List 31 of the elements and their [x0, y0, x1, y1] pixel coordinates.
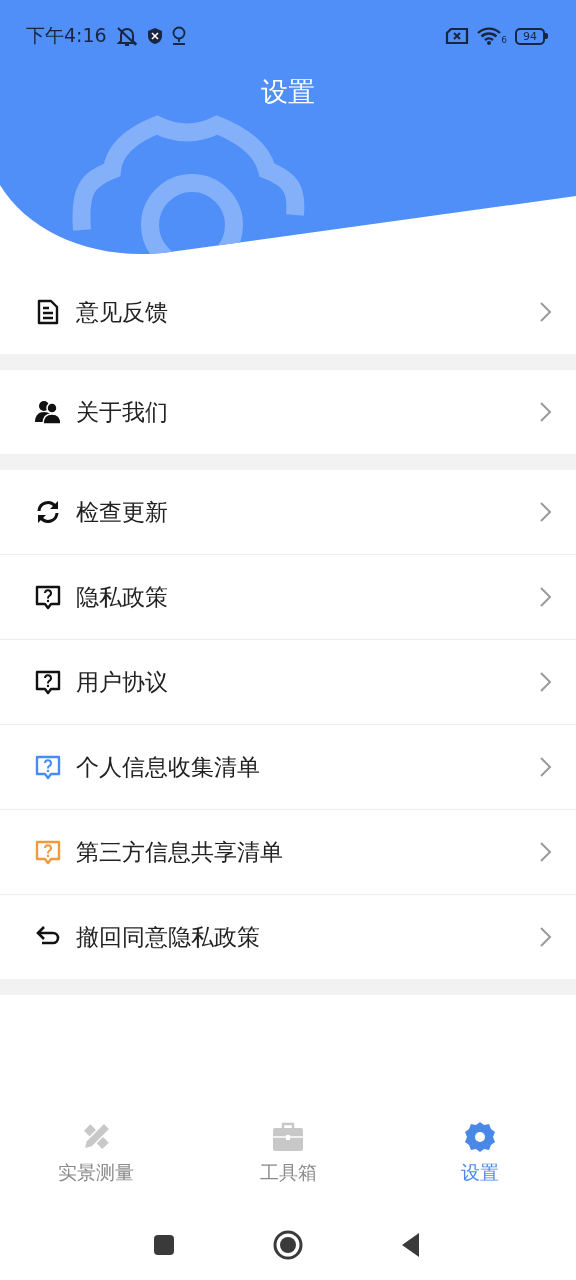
- settings-item[interactable]: 关于我们: [76, 396, 524, 428]
- toolbox-icon: [271, 1120, 305, 1154]
- chevron-right-icon: [538, 500, 552, 524]
- chevron-right-icon: [538, 300, 552, 324]
- settings-item[interactable]: 用户协议: [76, 666, 524, 698]
- settings-item[interactable]: 撤回同意隐私政策: [76, 921, 524, 953]
- wifi-label: 6: [501, 36, 507, 45]
- shield-icon: [146, 27, 163, 45]
- chevron-right-icon: [538, 400, 552, 424]
- bell-off-icon: [114, 25, 139, 47]
- page-title: 设置: [260, 75, 316, 109]
- settings-item[interactable]: 个人信息收集清单: [76, 751, 524, 783]
- chevron-right-icon: [538, 925, 552, 949]
- location-icon: [170, 26, 187, 46]
- chevron-right-icon: [538, 755, 552, 779]
- home-button[interactable]: [272, 1229, 304, 1261]
- settings-item[interactable]: 隐私政策: [76, 581, 524, 613]
- settings-item[interactable]: 意见反馈: [76, 296, 524, 328]
- settings-item[interactable]: 第三方信息共享清单: [76, 836, 524, 868]
- chevron-right-icon: [538, 670, 552, 694]
- tab[interactable]: 实景测量: [0, 1120, 192, 1210]
- chevron-right-icon: [538, 585, 552, 609]
- no-sim-icon: [445, 27, 470, 45]
- battery-level: 94: [515, 27, 545, 45]
- people-icon: [34, 398, 62, 426]
- status-time: 下午4:16: [26, 23, 107, 48]
- settings-item[interactable]: 检查更新: [76, 496, 524, 528]
- gear-icon: [463, 1120, 497, 1154]
- wifi-icon: [477, 27, 502, 45]
- tab[interactable]: 设置: [384, 1120, 576, 1210]
- chevron-right-icon: [538, 840, 552, 864]
